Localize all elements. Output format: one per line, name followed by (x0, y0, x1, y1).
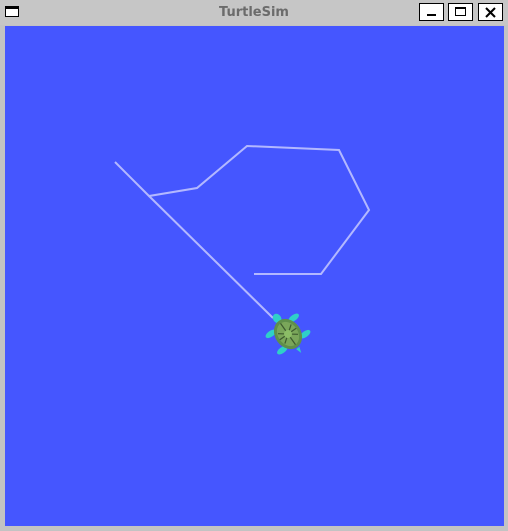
turtle-canvas (5, 26, 504, 526)
pen-trail-segment (148, 195, 274, 319)
maximize-button[interactable] (448, 3, 473, 21)
minimize-icon (427, 14, 436, 16)
maximize-icon (455, 7, 466, 16)
turtlesim-window: TurtleSim (0, 0, 508, 531)
close-button[interactable] (478, 3, 503, 21)
drawing-surface (114, 144, 371, 355)
close-icon (485, 7, 496, 18)
minimize-button[interactable] (419, 3, 444, 21)
pen-trail (114, 144, 371, 275)
title-bar[interactable]: TurtleSim (0, 0, 508, 25)
